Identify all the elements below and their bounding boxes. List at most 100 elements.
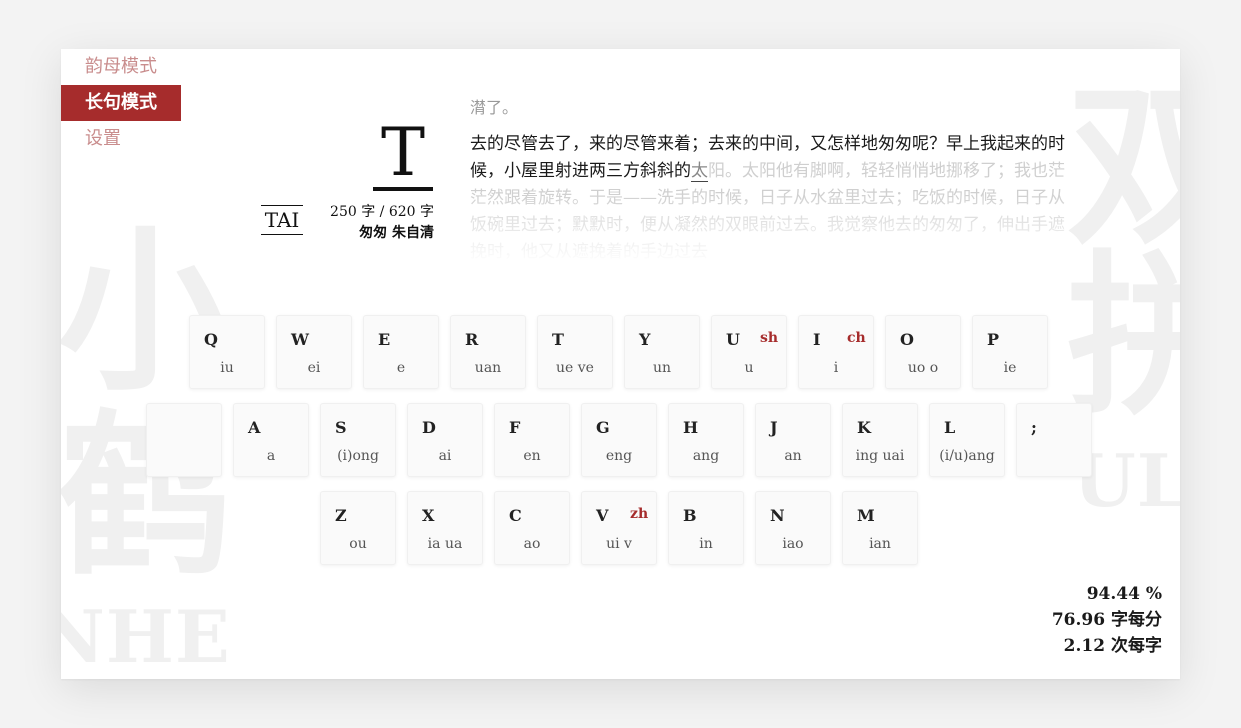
- key-g[interactable]: Geng: [581, 403, 657, 477]
- key-d[interactable]: Dai: [407, 403, 483, 477]
- typing-stats: 94.44 % 76.96 字每分 2.12 次每字: [1052, 581, 1162, 659]
- key-s[interactable]: S (i)ong: [320, 403, 396, 477]
- key-blank[interactable]: [146, 403, 222, 477]
- key-yunmu: ei: [307, 360, 321, 376]
- bg-char-right-2: 拼: [1067, 234, 1180, 439]
- key-j[interactable]: Jan: [755, 403, 831, 477]
- key-w[interactable]: Wei: [276, 315, 352, 389]
- key-yunmu: ou: [349, 536, 367, 552]
- key-letter: T: [552, 330, 564, 349]
- bg-char-right-1: 双: [1067, 64, 1180, 269]
- key-a[interactable]: Aa: [233, 403, 309, 477]
- key-letter: U: [726, 330, 740, 349]
- key-letter: S: [335, 418, 347, 437]
- key-yunmu: ai: [438, 448, 452, 464]
- speed-stat: 76.96 字每分: [1051, 610, 1162, 630]
- key-q[interactable]: Qiu: [189, 315, 265, 389]
- current-char: 太: [691, 161, 708, 182]
- key-y[interactable]: Yun: [624, 315, 700, 389]
- key-n[interactable]: Niao: [755, 491, 831, 565]
- key-yunmu: (i)ong: [337, 448, 379, 464]
- key-yunmu: en: [523, 448, 541, 464]
- key-letter: K: [857, 418, 871, 437]
- key-letter: P: [987, 330, 1000, 349]
- key-yunmu: (i/u)ang: [939, 448, 995, 464]
- key-r[interactable]: Ruan: [450, 315, 526, 389]
- key-l[interactable]: L (i/u)ang: [929, 403, 1005, 477]
- mode-menu: 韵母模式 长句模式 设置: [61, 49, 181, 157]
- key-letter: C: [509, 506, 522, 525]
- key-yunmu: ui v: [606, 536, 632, 552]
- key-letter: H: [683, 418, 699, 437]
- typing-text-area: 潸了。 去的尽管去了，来的尽管来着；去来的中间，又怎样地匆匆呢？早上我起来的时候…: [470, 95, 1065, 263]
- current-pinyin: TAI: [261, 205, 303, 235]
- key-letter: M: [857, 506, 875, 525]
- key-shengmu: sh: [760, 330, 779, 346]
- key-yunmu: iao: [782, 536, 804, 552]
- key-yunmu: ian: [869, 536, 891, 552]
- char-count: 250 字 / 620 字: [330, 204, 434, 220]
- menu-item-vowel-mode[interactable]: 韵母模式: [61, 49, 181, 85]
- key-letter: Q: [204, 330, 218, 349]
- key-h[interactable]: Hang: [668, 403, 744, 477]
- key-letter: G: [596, 418, 610, 437]
- key-e[interactable]: Ee: [363, 315, 439, 389]
- key-v[interactable]: Vzh ui v: [581, 491, 657, 565]
- key-letter: J: [770, 418, 778, 437]
- key-f[interactable]: Fen: [494, 403, 570, 477]
- key-shengmu: zh: [630, 506, 649, 522]
- key-b[interactable]: Bin: [668, 491, 744, 565]
- key-x[interactable]: Xia ua: [407, 491, 483, 565]
- key-yunmu: un: [652, 360, 672, 376]
- key-letter: X: [422, 506, 435, 525]
- key-yunmu: in: [699, 536, 713, 552]
- key-yunmu: iu: [220, 360, 234, 376]
- menu-item-sentence-mode[interactable]: 长句模式: [61, 85, 181, 121]
- key-yunmu: ang: [692, 448, 720, 464]
- key-shengmu: ch: [847, 330, 866, 346]
- key-yunmu: ia ua: [427, 536, 463, 552]
- key-yunmu: u: [744, 360, 754, 376]
- key-letter: F: [509, 418, 521, 437]
- key-yunmu: ue ve: [556, 360, 594, 376]
- key-letter: I: [813, 330, 821, 349]
- key-m[interactable]: Mian: [842, 491, 918, 565]
- key-letter: A: [248, 418, 261, 437]
- key-yunmu: eng: [605, 448, 633, 464]
- key-i[interactable]: Ich i: [798, 315, 874, 389]
- key-t[interactable]: Tue ve: [537, 315, 613, 389]
- current-letter: T: [373, 119, 433, 191]
- key-u[interactable]: Ush u: [711, 315, 787, 389]
- key-letter: ;: [1031, 418, 1037, 437]
- key-p[interactable]: Pie: [972, 315, 1048, 389]
- app-card: 小 鹤 NHE 双 拼 ULI 韵母模式 长句模式 设置 T TAI 250 字…: [61, 49, 1180, 679]
- key-letter: R: [465, 330, 479, 349]
- key-k[interactable]: King uai: [842, 403, 918, 477]
- keystrokes-stat: 2.12 次每字: [1063, 636, 1162, 656]
- accuracy-stat: 94.44 %: [1086, 584, 1162, 604]
- previous-line: 潸了。: [470, 98, 519, 117]
- key-letter: O: [900, 330, 914, 349]
- key-yunmu: ie: [1003, 360, 1017, 376]
- key-letter: N: [770, 506, 785, 525]
- key-letter: W: [291, 330, 309, 349]
- bg-latin-left: NHE: [61, 594, 231, 679]
- key-letter: V: [596, 506, 609, 525]
- key-yunmu: ing uai: [855, 448, 905, 464]
- text-source: 匆匆 朱自清: [359, 225, 434, 241]
- key-letter: B: [683, 506, 697, 525]
- key-letter: D: [422, 418, 436, 437]
- key-letter: Z: [335, 506, 347, 525]
- menu-item-settings[interactable]: 设置: [61, 121, 181, 157]
- key-c[interactable]: Cao: [494, 491, 570, 565]
- key-yunmu: i: [833, 360, 839, 376]
- key-semicolon[interactable]: ;: [1016, 403, 1092, 477]
- key-letter: Y: [639, 330, 651, 349]
- key-z[interactable]: Zou: [320, 491, 396, 565]
- key-yunmu: uan: [474, 360, 502, 376]
- key-o[interactable]: Ouo o: [885, 315, 961, 389]
- key-yunmu: uo o: [907, 360, 939, 376]
- key-yunmu: a: [266, 448, 276, 464]
- key-letter: E: [378, 330, 391, 349]
- key-yunmu: ao: [523, 536, 541, 552]
